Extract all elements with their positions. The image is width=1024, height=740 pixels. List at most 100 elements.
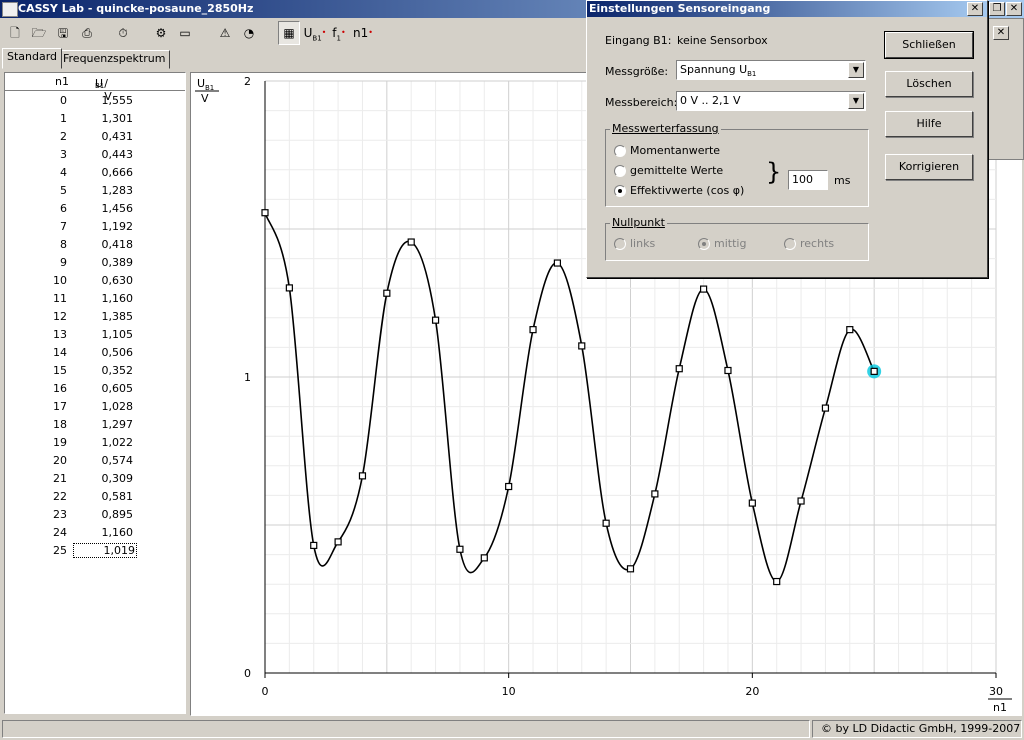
tab-frequenzspektrum[interactable]: Frequenzspektrum (58, 50, 171, 69)
settings-tool-icon[interactable]: ⚙ (150, 21, 172, 45)
table-row[interactable]: 21 0,309 (5, 470, 185, 488)
cell-n1: 22 (53, 490, 67, 503)
y-tick-label: 2 (244, 75, 251, 88)
experiment-icon[interactable]: ⚠ (214, 21, 236, 45)
table-row[interactable]: 14 0,506 (5, 344, 185, 362)
cell-n1: 25 (53, 544, 67, 557)
chevron-down-icon[interactable]: ▼ (848, 93, 864, 109)
copyright-text: © by LD Didactic GmbH, 1999-2007 (821, 722, 1021, 735)
display-icon[interactable]: ▭ (174, 21, 196, 45)
cell-ub1: 0,895 (101, 508, 134, 521)
table-row[interactable]: 7 1,192 (5, 218, 185, 236)
data-point-marker (602, 519, 610, 527)
cell-n1: 8 (60, 238, 67, 251)
data-point-marker (773, 577, 781, 586)
table-row[interactable]: 5 1,283 (5, 182, 185, 200)
table-row[interactable]: 9 0,389 (5, 254, 185, 272)
dialog-title-bar: Einstellungen Sensoreingang ✕ (587, 1, 987, 17)
chevron-down-icon[interactable]: ▼ (848, 62, 864, 78)
channel-f1-button[interactable]: f1• (328, 21, 350, 45)
table-row[interactable]: 20 0,574 (5, 452, 185, 470)
measurement-table[interactable]: n1 U B1 / V 0 1,555 1 1,301 2 0,431 3 0,443 4 0,66… (4, 72, 186, 714)
nullpunkt-title: Nullpunkt (610, 216, 667, 229)
data-point-marker (651, 490, 659, 498)
cell-n1: 6 (60, 202, 67, 215)
help-icon[interactable]: ◔ (238, 21, 260, 45)
channel-ub1-button[interactable]: UB1• (302, 21, 328, 45)
x-tick-label: 20 (745, 685, 759, 698)
table-row[interactable]: 15 0,352 (5, 362, 185, 380)
table-row[interactable]: 19 1,022 (5, 434, 185, 452)
open-file-icon[interactable]: 🗁 (28, 21, 50, 45)
dialog-close-icon[interactable]: ✕ (967, 2, 983, 16)
diagram-view-button[interactable]: ▦ (278, 21, 300, 45)
channel-n1-button[interactable]: n1• (350, 21, 376, 45)
table-row[interactable]: 10 0,630 (5, 272, 185, 290)
cell-n1: 18 (53, 418, 67, 431)
table-row[interactable]: 25 1,019 (5, 542, 185, 560)
data-point-marker (285, 284, 293, 292)
new-file-icon[interactable]: 🗋 (4, 21, 26, 45)
cell-n1: 17 (53, 400, 67, 413)
table-row[interactable]: 12 1,385 (5, 308, 185, 326)
cell-n1: 21 (53, 472, 67, 485)
table-row[interactable]: 1 1,301 (5, 110, 185, 128)
brace-glyph: } (766, 158, 782, 186)
table-row[interactable]: 6 1,456 (5, 200, 185, 218)
table-row[interactable]: 3 0,443 (5, 146, 185, 164)
interval-unit: ms (834, 174, 851, 187)
delete-button[interactable]: Löschen (885, 71, 973, 97)
cell-ub1: 0,666 (101, 166, 134, 179)
bg-close-icon[interactable]: ✕ (993, 26, 1009, 40)
data-point-marker (626, 565, 635, 573)
cell-n1: 24 (53, 526, 67, 539)
status-pane-copyright: © by LD Didactic GmbH, 1999-2007 (812, 720, 1022, 738)
table-row[interactable]: 2 0,431 (5, 128, 185, 146)
close-window-icon[interactable]: ✕ (1006, 2, 1022, 16)
data-point-marker (700, 285, 708, 293)
table-row[interactable]: 13 1,105 (5, 326, 185, 344)
cell-n1: 9 (60, 256, 67, 269)
restore-window-icon[interactable]: ❐ (989, 2, 1005, 16)
print-icon[interactable]: ⎙ (76, 21, 98, 45)
table-row[interactable]: 23 0,895 (5, 506, 185, 524)
save-file-icon[interactable]: 🖫 (52, 21, 74, 45)
close-button[interactable]: Schließen (884, 31, 974, 59)
tab-standard[interactable]: Standard (2, 48, 63, 69)
nullpunkt-group: Nullpunkt links mittig rechts (605, 216, 869, 261)
stopwatch-icon[interactable]: ⏱ (112, 21, 134, 45)
table-row[interactable]: 22 0,581 (5, 488, 185, 506)
cell-ub1: 0,574 (101, 454, 134, 467)
data-point-marker (407, 238, 415, 246)
data-point-marker (334, 538, 342, 546)
correct-button[interactable]: Korrigieren (885, 154, 973, 180)
data-point-marker (310, 541, 318, 550)
cell-n1: 19 (53, 436, 67, 449)
cell-n1: 0 (60, 94, 67, 107)
table-row[interactable]: 0 1,555 (5, 92, 185, 110)
cell-ub1: 1,301 (101, 112, 134, 125)
table-row[interactable]: 18 1,297 (5, 416, 185, 434)
help-button[interactable]: Hilfe (885, 111, 973, 137)
table-header: n1 U B1 / V (5, 73, 185, 103)
table-row[interactable]: 11 1,160 (5, 290, 185, 308)
table-row[interactable]: 24 1,160 (5, 524, 185, 542)
data-point-marker (748, 499, 756, 507)
cell-ub1: 1,022 (101, 436, 134, 449)
messgroesse-select[interactable]: Spannung UB1 ▼ (676, 60, 866, 80)
table-row[interactable]: 16 0,605 (5, 380, 185, 398)
table-row[interactable]: 4 0,666 (5, 164, 185, 182)
data-point-marker (383, 289, 391, 297)
status-bar: © by LD Didactic GmbH, 1999-2007 (0, 718, 1024, 740)
cell-n1: 7 (60, 220, 67, 233)
table-row[interactable]: 8 0,418 (5, 236, 185, 254)
cell-n1: 23 (53, 508, 67, 521)
cell-ub1: 1,028 (101, 400, 134, 413)
table-row[interactable]: 17 1,028 (5, 398, 185, 416)
data-point-marker (870, 367, 878, 375)
interval-input[interactable]: 100 (788, 170, 828, 190)
messbereich-select[interactable]: 0 V .. 2,1 V ▼ (676, 91, 866, 111)
data-point-marker (261, 209, 269, 217)
messwerterfassung-group: Messwerterfassung Momentanwerte gemittel… (605, 122, 869, 207)
cell-ub1: 0,506 (101, 346, 134, 359)
